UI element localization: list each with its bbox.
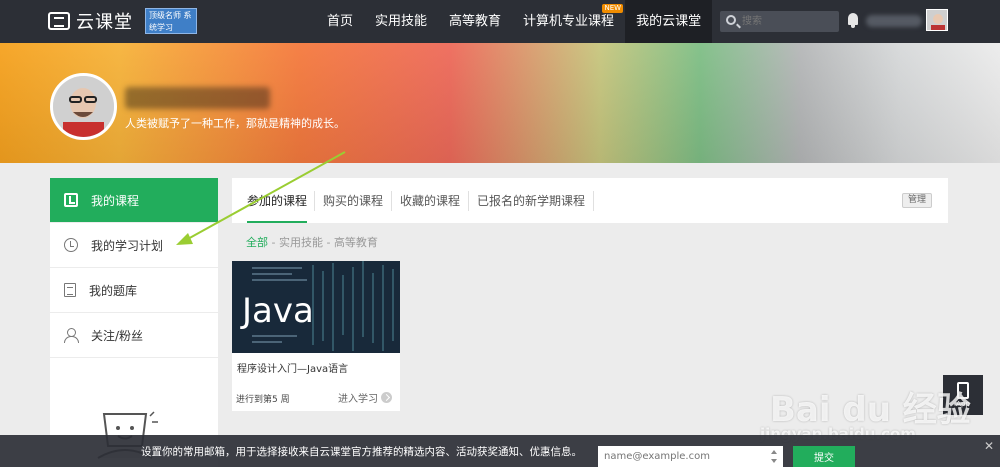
nav-item-label: 计算机专业课程 <box>523 14 615 29</box>
tab-enrolled-new-term[interactable]: 已报名的新学期课程 <box>469 190 595 211</box>
profile-avatar[interactable] <box>50 73 117 140</box>
sidebar: 我的课程 我的学习计划 我的题库 关注/粉丝 <box>50 178 218 467</box>
search-box <box>720 11 839 32</box>
category-filter: 全部 - 实用技能 - 高等教育 <box>246 234 378 250</box>
username-redacted[interactable] <box>866 15 922 27</box>
tab-favorite-courses[interactable]: 收藏的课程 <box>392 190 470 211</box>
profile-banner: 人类被赋予了一种工作，那就是精神的成长。 <box>0 43 1000 163</box>
enter-study-label: 进入学习 <box>338 394 378 405</box>
course-card[interactable]: Java 程序设计入门—Java语言 进行到第5 周 进入学习 <box>232 261 400 411</box>
input-stepper-icon[interactable] <box>770 449 778 464</box>
document-icon <box>64 283 76 297</box>
arrow-right-icon <box>381 392 392 403</box>
sidebar-item-label: 关注/粉丝 <box>91 328 144 343</box>
sidebar-item-label: 我的课程 <box>91 193 140 208</box>
promo-banner[interactable]: 顶级名师 系统学习 <box>145 8 197 34</box>
nav-item-my-classroom[interactable]: 我的云课堂 <box>625 0 713 43</box>
logo-text: 云课堂 <box>76 12 133 33</box>
course-thumbnail[interactable]: Java <box>232 261 400 353</box>
sidebar-item-my-courses[interactable]: 我的课程 <box>50 178 218 223</box>
logo[interactable]: 云课堂 <box>48 9 133 33</box>
subscribe-text: 设置你的常用邮箱，用于选择接收来自云课堂官方推荐的精选内容、活动获奖通知、优惠信… <box>141 446 582 458</box>
sidebar-item-study-plan[interactable]: 我的学习计划 <box>50 223 218 268</box>
nav-item-home[interactable]: 首页 <box>316 0 364 43</box>
email-subscribe-bar: 设置你的常用邮箱，用于选择接收来自云课堂官方推荐的精选内容、活动获奖通知、优惠信… <box>0 435 1000 467</box>
sidebar-item-follow-fans[interactable]: 关注/粉丝 <box>50 313 218 358</box>
profile-motto: 人类被赋予了一种工作，那就是精神的成长。 <box>125 117 345 130</box>
top-navbar: 云课堂 顶级名师 系统学习 首页 实用技能 高等教育 计算机专业课程 NEW 我… <box>0 0 1000 43</box>
main-nav: 首页 实用技能 高等教育 计算机专业课程 NEW 我的云课堂 <box>316 0 713 43</box>
enter-study-link[interactable]: 进入学习 <box>338 390 392 405</box>
new-badge: NEW <box>602 4 624 13</box>
cloud-classroom-logo-icon <box>48 12 70 30</box>
sidebar-item-label: 我的学习计划 <box>91 238 164 253</box>
search-icon[interactable] <box>726 15 736 25</box>
close-icon[interactable]: ✕ <box>984 439 994 453</box>
nav-item-higher-education[interactable]: 高等教育 <box>438 0 512 43</box>
manage-button[interactable]: 管理 <box>901 193 932 208</box>
nav-item-cs-courses[interactable]: 计算机专业课程 NEW <box>512 0 625 43</box>
submit-button[interactable]: 提交 <box>793 446 855 467</box>
tab-purchased-courses[interactable]: 购买的课程 <box>315 190 393 211</box>
bell-icon[interactable] <box>848 13 858 28</box>
search-input[interactable] <box>742 13 834 30</box>
course-title[interactable]: 程序设计入门—Java语言 <box>237 360 348 375</box>
filter-all[interactable]: 全部 <box>246 236 268 249</box>
email-field[interactable] <box>598 446 783 467</box>
filter-categories[interactable]: - 实用技能 - 高等教育 <box>268 236 377 249</box>
baidu-watermark: Bai du 经验 <box>770 390 971 430</box>
course-progress: 进行到第5 周 <box>236 395 290 405</box>
sidebar-item-question-bank[interactable]: 我的题库 <box>50 268 218 313</box>
user-icon <box>64 328 79 343</box>
avatar[interactable] <box>926 9 948 31</box>
thumbnail-text: Java <box>242 291 314 331</box>
course-tabs: 参加的课程 购买的课程 收藏的课程 已报名的新学期课程 管理 <box>232 178 948 223</box>
course-icon <box>64 193 78 207</box>
clock-icon <box>64 238 78 252</box>
nav-item-practical-skills[interactable]: 实用技能 <box>364 0 438 43</box>
tab-joined-courses[interactable]: 参加的课程 <box>240 190 316 223</box>
sidebar-item-label: 我的题库 <box>89 283 138 298</box>
profile-name-redacted <box>125 87 270 109</box>
